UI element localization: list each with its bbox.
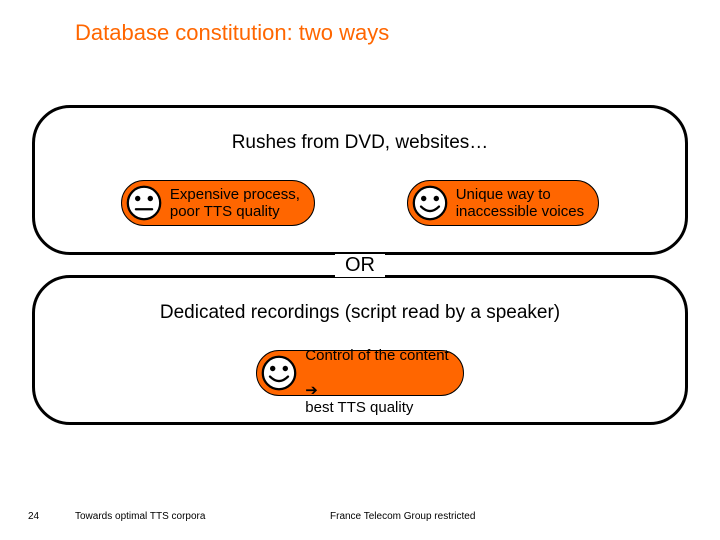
slide-title: Database constitution: two ways <box>75 20 389 46</box>
or-separator: OR <box>335 254 385 277</box>
panel-dedicated: Dedicated recordings (script read by a s… <box>32 275 688 425</box>
face-neutral-icon <box>126 185 162 221</box>
panel-rushes-pills: Expensive process, poor TTS quality Uniq… <box>35 180 685 226</box>
pill-expensive-text: Expensive process, poor TTS quality <box>170 186 300 221</box>
face-smile-icon <box>261 355 297 391</box>
pill-control: Control of the content ➔ best TTS qualit… <box>256 350 463 396</box>
panel-dedicated-heading: Dedicated recordings (script read by a s… <box>35 302 685 324</box>
footer-classification: France Telecom Group restricted <box>330 511 475 522</box>
panel-rushes-heading: Rushes from DVD, websites… <box>35 132 685 154</box>
pill-unique-text: Unique way to inaccessible voices <box>456 186 584 221</box>
pill-control-text: Control of the content ➔ best TTS qualit… <box>305 330 448 416</box>
footer-title: Towards optimal TTS corpora <box>75 511 205 522</box>
slide: Database constitution: two ways Rushes f… <box>0 0 720 540</box>
arrow-right-icon: ➔ <box>305 382 318 399</box>
pill-control-line2: best TTS quality <box>305 399 413 416</box>
pill-unique: Unique way to inaccessible voices <box>407 180 599 226</box>
pill-expensive: Expensive process, poor TTS quality <box>121 180 315 226</box>
pill-control-line1: Control of the content <box>305 347 448 364</box>
panel-dedicated-pills: Control of the content ➔ best TTS qualit… <box>35 350 685 396</box>
panel-rushes: Rushes from DVD, websites… Expensive pro… <box>32 105 688 255</box>
face-smile-icon <box>412 185 448 221</box>
page-number: 24 <box>28 511 39 522</box>
